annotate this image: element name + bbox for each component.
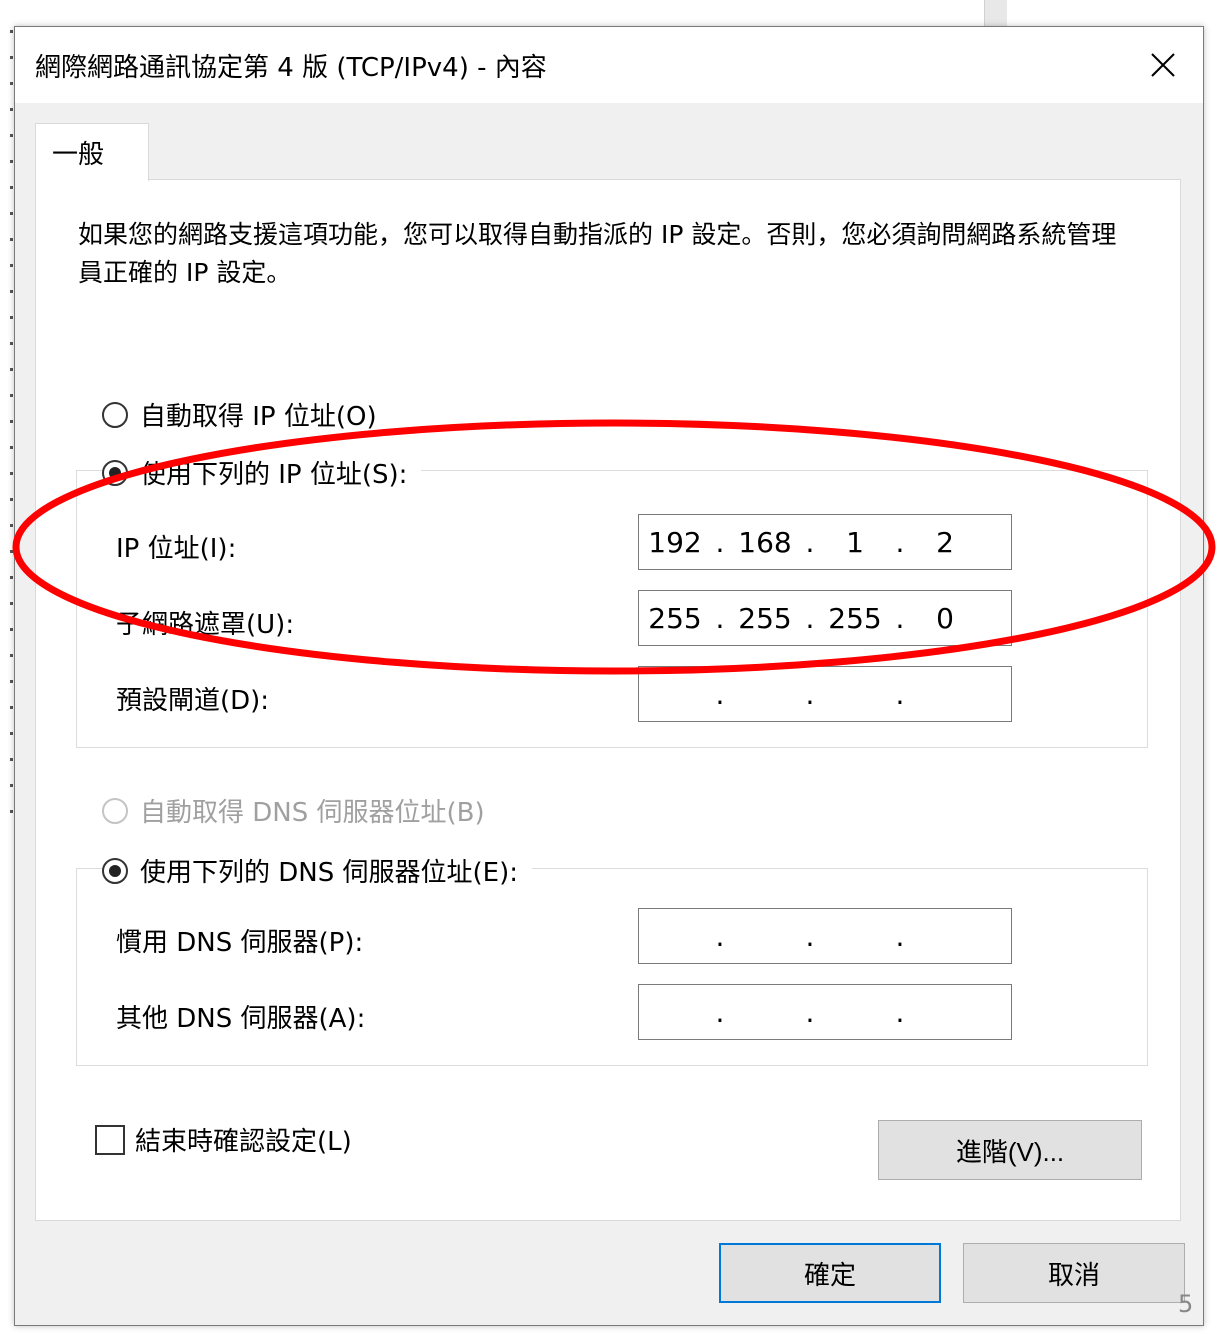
close-icon xyxy=(1151,53,1175,77)
auto-dns-radio-label: 自動取得 DNS 伺服器位址(B) xyxy=(140,798,485,828)
octet-separator: . xyxy=(805,919,815,953)
octet-separator: . xyxy=(895,919,905,953)
octet-separator: . xyxy=(715,995,725,1029)
alternate-dns-label: 其他 DNS 伺服器(A): xyxy=(116,1004,366,1034)
cancel-button[interactable]: 取消 xyxy=(963,1243,1185,1303)
manual-dns-radio[interactable]: 使用下列的 DNS 伺服器位址(E): xyxy=(102,852,532,889)
octet-separator: . xyxy=(895,995,905,1029)
advanced-button[interactable]: 進階(V)... xyxy=(878,1120,1142,1180)
octet-separator: . xyxy=(805,995,815,1029)
manual-dns-radio-label: 使用下列的 DNS 伺服器位址(E): xyxy=(140,858,518,888)
tab-general-label: 一般 xyxy=(52,140,105,170)
auto-dns-radio-circle xyxy=(102,797,128,824)
dialog-title: 網際網路通訊協定第 4 版 (TCP/IPv4) - 內容 xyxy=(35,53,547,83)
general-tab-panel: 如果您的網路支援這項功能，您可以取得自動指派的 IP 設定。否則，您必須詢問網路… xyxy=(35,179,1181,1221)
validate-on-exit-label: 結束時確認設定(L) xyxy=(135,1127,352,1157)
auto-dns-radio[interactable]: 自動取得 DNS 伺服器位址(B) xyxy=(102,792,485,829)
page-number: 5 xyxy=(1178,1290,1194,1318)
default-gateway-label: 預設閘道(D): xyxy=(116,686,270,716)
close-button[interactable] xyxy=(1123,27,1203,103)
description-text: 如果您的網路支援這項功能，您可以取得自動指派的 IP 設定。否則，您必須詢問網路… xyxy=(78,220,1117,287)
ok-button[interactable]: 確定 xyxy=(719,1243,941,1303)
validate-on-exit-box xyxy=(95,1124,125,1155)
red-annotation-ellipse xyxy=(12,419,1216,675)
preferred-dns-label: 慣用 DNS 伺服器(P): xyxy=(116,928,364,958)
octet-separator: . xyxy=(805,677,815,711)
octet-separator: . xyxy=(715,677,725,711)
octet-separator: . xyxy=(715,919,725,953)
validate-on-exit-checkbox[interactable]: 結束時確認設定(L) xyxy=(95,1121,352,1158)
preferred-dns-field[interactable]: . . . xyxy=(638,908,1012,964)
tcpipv4-properties-dialog: 網際網路通訊協定第 4 版 (TCP/IPv4) - 內容 一般 如果您的網路支… xyxy=(14,26,1204,1326)
octet-separator: . xyxy=(895,677,905,711)
manual-dns-radio-circle xyxy=(102,857,128,884)
title-bar: 網際網路通訊協定第 4 版 (TCP/IPv4) - 內容 xyxy=(15,27,1203,103)
alternate-dns-field[interactable]: . . . xyxy=(638,984,1012,1040)
tab-general[interactable]: 一般 xyxy=(35,123,149,181)
